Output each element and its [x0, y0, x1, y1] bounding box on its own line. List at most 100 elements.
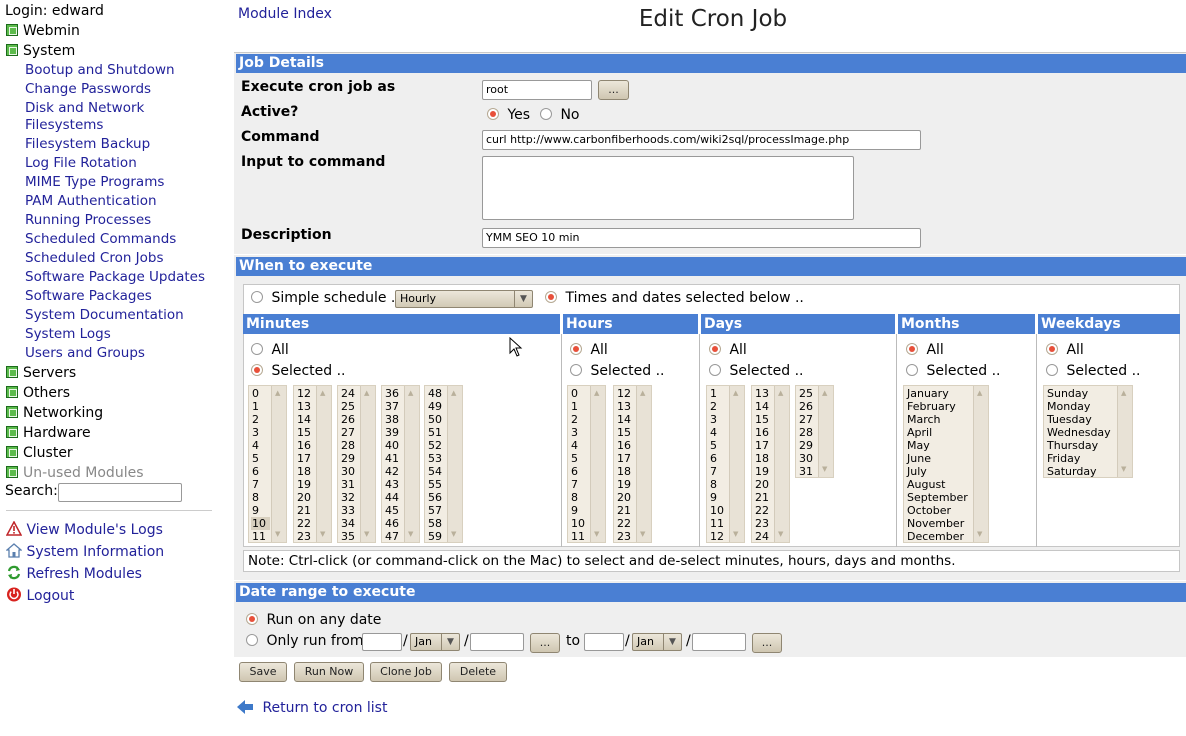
list-option[interactable]: 19	[296, 478, 315, 491]
list-option[interactable]: 50	[427, 413, 446, 426]
list-option[interactable]: 56	[427, 491, 446, 504]
list-option[interactable]: 54	[427, 465, 446, 478]
system-information-link[interactable]: System Information	[5, 542, 164, 562]
sidebar-item-users-and-groups[interactable]: Users and Groups	[25, 344, 145, 363]
list-option[interactable]: 48	[427, 387, 446, 400]
list-option[interactable]: 30	[340, 465, 359, 478]
category-networking[interactable]: Networking	[6, 403, 103, 423]
list-option[interactable]: 51	[427, 426, 446, 439]
list-option[interactable]: 15	[296, 426, 315, 439]
list-option[interactable]: 17	[616, 452, 635, 465]
list-option[interactable]: 34	[340, 517, 359, 530]
minutes-all-option[interactable]: All	[251, 342, 289, 358]
listbox-scrollbar[interactable]	[271, 386, 286, 542]
list-option[interactable]: 4	[251, 439, 270, 452]
days-selected-option[interactable]: Selected ..	[709, 363, 804, 379]
times-dates-option[interactable]: Times and dates selected below ..	[545, 290, 804, 306]
list-option[interactable]: 3	[251, 426, 270, 439]
list-option[interactable]: 31	[340, 478, 359, 491]
list-option[interactable]: 2	[251, 413, 270, 426]
list-option[interactable]: 30	[798, 452, 817, 465]
sidebar-item-system-logs[interactable]: System Logs	[25, 325, 111, 344]
list-option[interactable]: 16	[754, 426, 773, 439]
hours-list-1[interactable]: 0 1 2 3 4 5 6 7 8 9 10 11	[567, 385, 606, 543]
list-option[interactable]: Tuesday	[1046, 413, 1116, 426]
minutes-list-2[interactable]: 12 13 14 15 16 17 18 19 20 21 22 23	[293, 385, 332, 543]
list-option[interactable]: June	[906, 452, 972, 465]
list-option[interactable]: 58	[427, 517, 446, 530]
run-any-date-option[interactable]: Run on any date	[246, 612, 381, 628]
from-year-input[interactable]	[470, 633, 524, 651]
minutes-list-3[interactable]: 24 25 26 27 28 29 30 31 32 33 34 35	[337, 385, 376, 543]
sidebar-item-mime-type-programs[interactable]: MIME Type Programs	[25, 173, 164, 192]
list-option[interactable]: 4	[709, 426, 728, 439]
listbox-scrollbar[interactable]	[590, 386, 605, 542]
list-option[interactable]: 28	[798, 426, 817, 439]
listbox-scrollbar[interactable]	[1117, 386, 1132, 477]
list-option[interactable]: Monday	[1046, 400, 1116, 413]
list-option[interactable]: 25	[798, 387, 817, 400]
list-option[interactable]: 28	[340, 439, 359, 452]
list-option[interactable]: 52	[427, 439, 446, 452]
description-input[interactable]: YMM SEO 10 min	[482, 228, 921, 248]
minutes-list-4[interactable]: 36 37 38 39 40 41 42 43 44 45 46 47	[381, 385, 420, 543]
list-option[interactable]: 6	[251, 465, 270, 478]
list-option[interactable]: 14	[616, 413, 635, 426]
list-option[interactable]: 47	[384, 530, 403, 542]
list-option[interactable]: 4	[570, 439, 589, 452]
execute-as-input[interactable]: root	[482, 80, 592, 100]
months-list[interactable]: January February March April May June July Augu…	[903, 385, 989, 543]
list-option[interactable]: 9	[709, 491, 728, 504]
list-option[interactable]: Sunday	[1046, 387, 1116, 400]
weekdays-list[interactable]: Sunday Monday Tuesday Wednesday Thursday Frid…	[1043, 385, 1133, 478]
list-option[interactable]: 25	[340, 400, 359, 413]
minutes-selected-option[interactable]: Selected ..	[251, 363, 346, 379]
list-option[interactable]: 3	[709, 413, 728, 426]
list-option[interactable]: 55	[427, 478, 446, 491]
list-option[interactable]: February	[906, 400, 972, 413]
list-option[interactable]: 10	[570, 517, 589, 530]
list-option[interactable]: 2	[709, 400, 728, 413]
refresh-modules-link[interactable]: Refresh Modules	[6, 564, 142, 584]
list-option[interactable]: 41	[384, 452, 403, 465]
simple-schedule-select[interactable]: Hourly ▼	[395, 290, 533, 308]
list-option[interactable]: 1	[251, 400, 270, 413]
list-option[interactable]: 15	[754, 413, 773, 426]
list-option[interactable]: 15	[616, 426, 635, 439]
list-option[interactable]: 29	[340, 452, 359, 465]
hours-all-option[interactable]: All	[570, 342, 608, 358]
list-option[interactable]: Saturday	[1046, 465, 1116, 477]
to-year-input[interactable]	[692, 633, 746, 651]
list-option[interactable]: 59	[427, 530, 446, 542]
list-option[interactable]: 9	[251, 504, 270, 517]
list-option[interactable]: 37	[384, 400, 403, 413]
sidebar-item-filesystem-backup[interactable]: Filesystem Backup	[25, 135, 150, 154]
sidebar-item-change-passwords[interactable]: Change Passwords	[25, 80, 151, 99]
listbox-scrollbar[interactable]	[404, 386, 419, 542]
active-yes-option[interactable]: Yes	[487, 107, 530, 123]
list-option[interactable]: 21	[616, 504, 635, 517]
list-option[interactable]: 22	[754, 504, 773, 517]
list-option[interactable]: 21	[754, 491, 773, 504]
delete-button[interactable]: Delete	[449, 662, 507, 682]
listbox-scrollbar[interactable]	[447, 386, 462, 542]
simple-schedule-option[interactable]: Simple schedule ..	[251, 290, 400, 306]
list-option[interactable]: 6	[709, 452, 728, 465]
list-option[interactable]: 18	[616, 465, 635, 478]
list-option[interactable]: 12	[616, 387, 635, 400]
list-option[interactable]: 11	[251, 530, 270, 542]
sidebar-item-software-package-updates[interactable]: Software Package Updates	[25, 268, 205, 287]
days-list-2[interactable]: 13 14 15 16 17 18 19 20 21 22 23 24	[751, 385, 790, 543]
list-option[interactable]: 17	[754, 439, 773, 452]
user-browse-button[interactable]: ...	[598, 80, 629, 100]
category-hardware[interactable]: Hardware	[6, 423, 91, 443]
list-option[interactable]: 24	[340, 387, 359, 400]
list-option[interactable]: 35	[340, 530, 359, 542]
list-option[interactable]: 1	[570, 400, 589, 413]
list-option[interactable]: 17	[296, 452, 315, 465]
listbox-scrollbar[interactable]	[774, 386, 789, 542]
list-option[interactable]: 16	[616, 439, 635, 452]
return-to-cron-list-link[interactable]: Return to cron list	[236, 699, 387, 719]
list-option[interactable]: 29	[798, 439, 817, 452]
view-logs-link[interactable]: View Module's Logs	[5, 520, 163, 540]
